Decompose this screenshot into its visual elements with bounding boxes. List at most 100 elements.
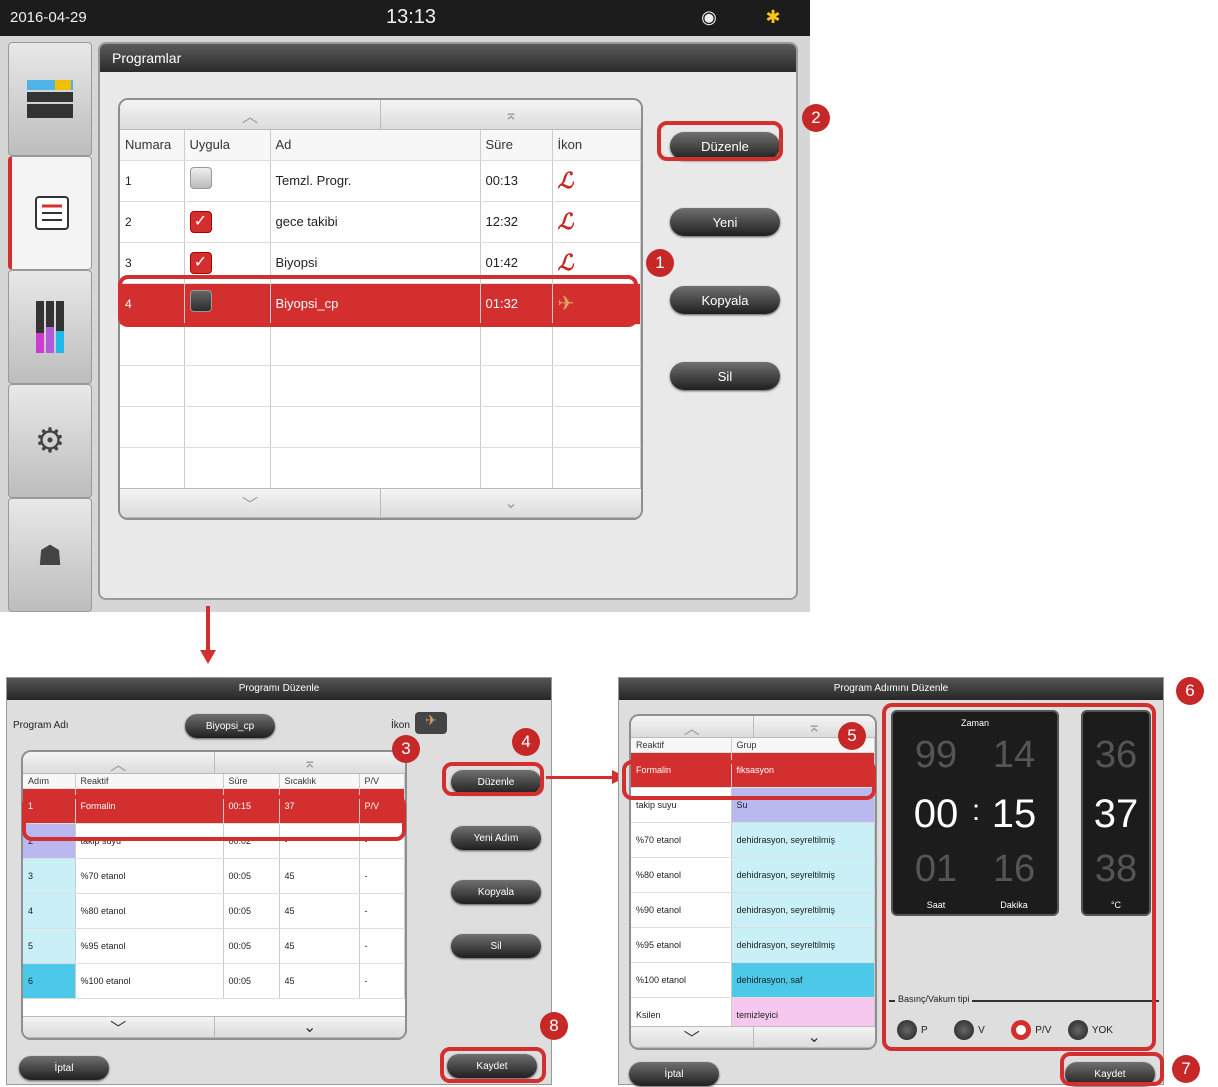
new-program-button[interactable]: Yeni [670,208,780,236]
table-row[interactable]: %90 etanol dehidrasyon, seyreltilmiş [631,892,875,928]
sidebar: ⚙ ☗ [8,42,92,612]
copy-step-button[interactable]: Kopyala [451,880,541,904]
col-header: Reaktif [75,774,224,789]
scroll-bottom-row: ﹀ ⌄ [120,488,641,518]
reagent-group: dehidrasyon, seyreltilmiş [731,927,875,963]
reagent-name: %80 etanol [631,857,732,893]
callout-badge: 8 [540,1012,568,1040]
apply-checkbox[interactable]: ✓ [189,251,212,274]
scroll-last-icon[interactable]: ⌄ [215,1017,406,1037]
globe-icon[interactable]: ◉ [698,7,720,29]
step-reagent: %95 etanol [75,928,224,964]
step-temp: 45 [279,963,360,999]
scroll-up-icon[interactable]: ︿ [120,100,381,129]
edit-screen-title: Programı Düzenle [7,678,551,700]
table-row[interactable]: 5 %95 etanol 00:05 45 - [23,928,405,964]
step-pv: - [359,893,405,929]
col-header: Numara [120,130,185,161]
sidebar-programs-button[interactable] [8,156,92,270]
scroll-last-icon[interactable]: ⌄ [754,1027,876,1047]
copy-program-button[interactable]: Kopyala [670,286,780,314]
sidebar-user-button[interactable]: ☗ [8,498,92,612]
reagent-bottles-icon [36,301,64,353]
delete-step-button[interactable]: Sil [451,934,541,958]
program-duration: 12:32 [480,201,553,243]
reagent-name: %90 etanol [631,892,732,928]
scroll-up-icon[interactable]: ︿ [23,752,215,774]
scroll-first-icon[interactable]: ⌅ [215,752,406,773]
program-icon-button[interactable]: ✈ [415,712,447,734]
table-row[interactable]: %80 etanol dehidrasyon, seyreltilmiş [631,857,875,893]
cancel-button[interactable]: İptal [19,1056,109,1080]
table-header: Numara Uygula Ad Süre İkon [120,130,641,161]
callout-badge: 3 [392,735,420,763]
step-duration: 00:05 [223,893,280,929]
callout-badge: 2 [802,104,830,132]
highlight-edit-step [442,762,544,796]
col-header: P/V [359,774,405,789]
callout-badge: 4 [512,728,540,756]
apply-checkbox[interactable] [189,167,212,189]
step-pv: - [359,858,405,894]
reagent-group: dehidrasyon, seyreltilmiş [731,857,875,893]
sidebar-reagents-button[interactable] [8,270,92,384]
scroll-up-icon[interactable]: ︿ [631,716,754,738]
program-name-field[interactable]: Biyopsi_cp [185,714,275,738]
col-header: Süre [480,130,553,161]
callout-badge: 7 [1172,1055,1200,1083]
program-duration: 00:13 [480,160,553,202]
step-table: ︿ ⌅ Adım Reaktif Süre Sıcaklık P/V 1 For… [21,750,407,1040]
users-icon: ☗ [37,539,63,571]
scroll-down-icon[interactable]: ﹀ [631,1027,754,1048]
table-row-empty [120,324,641,366]
apply-checkbox[interactable]: ✓ [189,210,212,233]
scroll-top-row: ︿ ⌅ [23,752,405,774]
step-reagent: %70 etanol [75,858,224,894]
sidebar-settings-button[interactable]: ⚙ [8,384,92,498]
table-row[interactable]: 6 %100 etanol 00:05 45 - [23,963,405,999]
step-duration: 00:05 [223,963,280,999]
step-pv: - [359,928,405,964]
table-row[interactable]: %100 etanol dehidrasyon, saf [631,962,875,998]
panel-title: Programlar [100,44,796,72]
scroll-down-icon[interactable]: ﹀ [23,1017,215,1038]
reagent-name: %100 etanol [631,962,732,998]
table-row[interactable]: 4 %80 etanol 00:05 45 - [23,893,405,929]
reagent-group: dehidrasyon, seyreltilmiş [731,892,875,928]
program-name-label: Program Adı [13,720,69,731]
step-temp: 45 [279,858,360,894]
user-icon[interactable]: ✱ [762,7,784,29]
scroll-down-icon[interactable]: ﹀ [120,489,381,517]
col-header: Süre [223,774,280,789]
step-pv: - [359,963,405,999]
table-row[interactable]: 2 ✓ gece takibi 12:32 ℒ [120,201,641,243]
table-row[interactable]: 3 %70 etanol 00:05 45 - [23,858,405,894]
step-screen-title: Program Adımını Düzenle [619,678,1163,700]
table-row[interactable]: %70 etanol dehidrasyon, seyreltilmiş [631,822,875,858]
reagent-name: %70 etanol [631,822,732,858]
scroll-top-row: ︿ ⌅ [120,100,641,130]
sidebar-status-button[interactable] [8,42,92,156]
program-name: gece takibi [270,201,481,243]
step-number: 3 [23,858,76,894]
status-bar: 2016-04-29 13:13 ◉ ✱ [0,0,810,36]
reagent-name: %95 etanol [631,927,732,963]
table-row[interactable]: %95 etanol dehidrasyon, seyreltilmiş [631,927,875,963]
reagent-group: dehidrasyon, seyreltilmiş [731,822,875,858]
highlight-step-parameters [882,703,1156,1051]
scroll-last-icon[interactable]: ⌄ [381,489,641,517]
row-number: 2 [120,201,185,243]
table-row[interactable]: 1 Temzl. Progr. 00:13 ℒ [120,160,641,202]
flow-arrow-line [546,776,616,779]
highlight-save-step [1060,1052,1164,1086]
row-number: 1 [120,160,185,202]
highlight-save-button [440,1047,546,1083]
step-reagent: %100 etanol [75,963,224,999]
callout-badge: 1 [646,249,674,277]
new-step-button[interactable]: Yeni Adım [451,826,541,850]
scroll-first-icon[interactable]: ⌅ [381,100,641,129]
col-header: İkon [552,130,641,161]
delete-program-button[interactable]: Sil [670,362,780,390]
cancel-button[interactable]: İptal [629,1062,719,1086]
gear-icon: ⚙ [34,422,66,460]
